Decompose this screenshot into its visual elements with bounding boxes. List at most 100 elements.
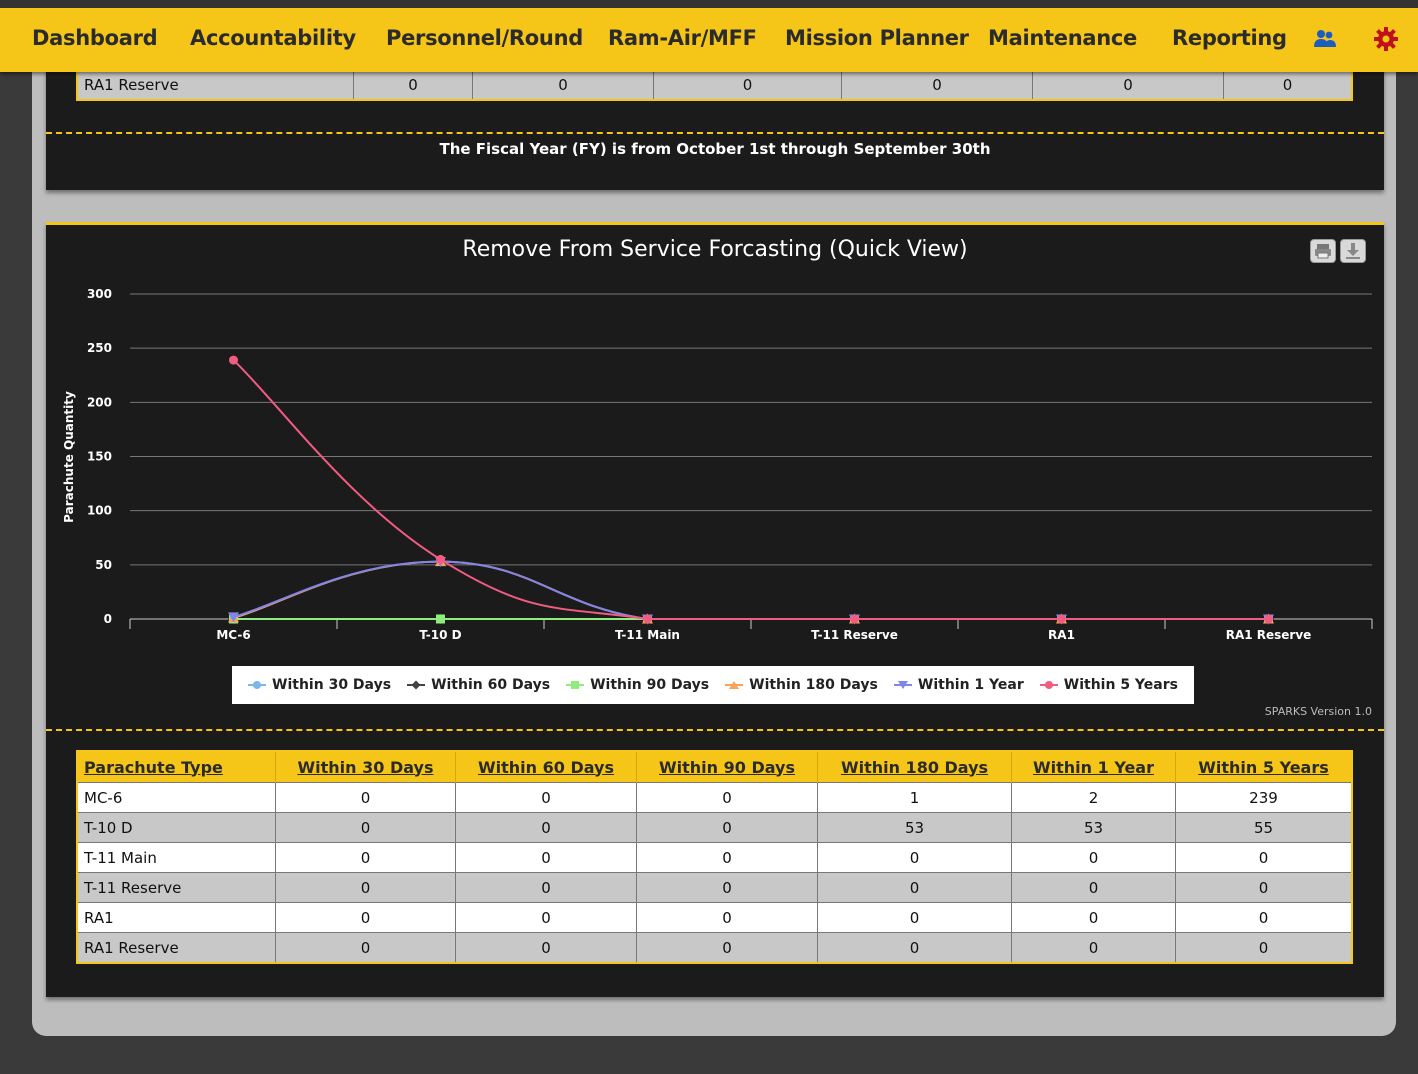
x-tick-label: MC-6: [216, 628, 250, 642]
table-cell: 0: [1223, 68, 1353, 101]
series-within-1-year: [228, 557, 1274, 625]
table-cell: 0: [455, 872, 637, 903]
table-cell: 0: [1011, 932, 1176, 964]
table-cell: 0: [275, 812, 456, 843]
table-row: T-11 Reserve 0 0 0 0 0 0: [76, 872, 1353, 903]
table-cell: 0: [275, 902, 456, 933]
table-cell: T-11 Main: [76, 842, 276, 873]
nav-ram-air-mff[interactable]: Ram-Air/MFF: [608, 26, 757, 50]
table-cell: 0: [1011, 872, 1176, 903]
table-cell: 0: [653, 68, 842, 101]
table-cell: 0: [353, 68, 473, 101]
table-cell: 0: [455, 842, 637, 873]
legend-item[interactable]: Within 180 Days: [725, 677, 878, 693]
table-cell: 0: [817, 872, 1012, 903]
table-row: T-11 Main 0 0 0 0 0 0: [76, 842, 1353, 873]
legend-item[interactable]: Within 30 Days: [248, 677, 391, 693]
legend-label: Within 1 Year: [917, 677, 1024, 693]
legend-label: Within 60 Days: [431, 677, 551, 693]
nav-maintenance[interactable]: Maintenance: [988, 26, 1137, 50]
column-header[interactable]: Within 180 Days: [817, 751, 1012, 783]
table-cell: 0: [636, 812, 818, 843]
nav-accountability[interactable]: Accountability: [190, 26, 356, 50]
table-cell: 0: [275, 842, 456, 873]
table-row: MC-6 0 0 0 1 2 239: [76, 782, 1353, 813]
data-point: [436, 554, 445, 564]
gear-icon[interactable]: [1373, 26, 1399, 56]
y-tick-label: 300: [87, 287, 112, 301]
nav-personnel-round[interactable]: Personnel/Round: [386, 26, 583, 50]
legend-label: Within 90 Days: [590, 677, 710, 693]
table-cell: 0: [275, 782, 456, 813]
series-within-5-years: [229, 355, 1273, 624]
table-cell: 0: [636, 782, 818, 813]
table-cell: T-10 D: [76, 812, 276, 843]
table-cell: T-11 Reserve: [76, 872, 276, 903]
legend-label: Within 30 Days: [272, 677, 392, 693]
table-cell: 0: [636, 932, 818, 964]
nav-reporting[interactable]: Reporting: [1172, 26, 1287, 50]
table-row: T-10 D 0 0 0 53 53 55: [76, 812, 1353, 843]
table-cell: 0: [636, 902, 818, 933]
table-cell: 0: [455, 932, 637, 964]
table-cell: 0: [1032, 68, 1224, 101]
table-cell: MC-6: [76, 782, 276, 813]
top-nav-bar: Dashboard Accountability Personnel/Round…: [0, 0, 1418, 72]
series-line: [232, 359, 1269, 621]
forecast-chart: 0 50 100 150 200 250 300 MC-6 T-10 D T-11 Main T-…: [62, 287, 1373, 642]
fiscal-summary-table: RA1 Reserve 0 0 0 0 0 0: [76, 68, 1353, 101]
forecast-table: Parachute Type Within 30 Days Within 60 …: [76, 750, 1353, 964]
y-tick-label: 50: [95, 558, 112, 572]
x-tick-label: RA1 Reserve: [1226, 628, 1312, 642]
legend-item[interactable]: Within 1 Year: [893, 677, 1024, 693]
column-header[interactable]: Within 1 Year: [1011, 751, 1176, 783]
table-cell: 0: [1175, 842, 1353, 873]
column-header[interactable]: Within 60 Days: [455, 751, 637, 783]
column-header[interactable]: Parachute Type: [77, 751, 276, 783]
table-cell: 0: [275, 932, 456, 964]
table-cell: 0: [1011, 842, 1176, 873]
table-cell: 1: [817, 782, 1012, 813]
x-tick-label: T-10 D: [419, 628, 461, 642]
data-point: [1264, 614, 1273, 624]
table-row: RA1 0 0 0 0 0 0: [76, 902, 1353, 933]
table-cell: 0: [455, 812, 637, 843]
data-point: [1057, 614, 1066, 624]
dashed-divider: [46, 132, 1384, 134]
table-cell: 55: [1175, 812, 1353, 843]
table-cell: 0: [455, 902, 637, 933]
y-tick-label: 250: [87, 341, 112, 355]
table-cell: 0: [275, 872, 456, 903]
chart-legend: Within 30 Days Within 60 Days Within 90 …: [232, 666, 1194, 704]
dashed-divider: [46, 729, 1384, 731]
column-header[interactable]: Within 5 Years: [1175, 751, 1353, 783]
y-tick-label: 0: [104, 612, 112, 626]
table-cell: 0: [636, 872, 818, 903]
table-cell: 2: [1011, 782, 1176, 813]
nav-mission-planner[interactable]: Mission Planner: [785, 26, 969, 50]
table-row: RA1 Reserve 0 0 0 0 0 0: [76, 932, 1353, 964]
table-cell: RA1: [76, 902, 276, 933]
table-cell: 0: [1011, 902, 1176, 933]
table-cell: 53: [1011, 812, 1176, 843]
x-tick-label: RA1: [1048, 628, 1075, 642]
series-line: [233, 560, 1269, 621]
data-point: [436, 614, 445, 624]
legend-label: Within 5 Years: [1063, 677, 1178, 693]
table-header-row: Parachute Type Within 30 Days Within 60 …: [77, 751, 1353, 783]
table-cell: 0: [455, 782, 637, 813]
table-cell: 0: [472, 68, 654, 101]
table-cell: 239: [1175, 782, 1353, 813]
series-line: [233, 560, 1269, 621]
legend-item[interactable]: Within 90 Days: [566, 677, 709, 693]
legend-item[interactable]: Within 60 Days: [407, 677, 550, 693]
table-cell: 0: [636, 842, 818, 873]
legend-item[interactable]: Within 5 Years: [1039, 677, 1178, 693]
y-tick-label: 150: [87, 450, 112, 464]
column-header[interactable]: Within 90 Days: [636, 751, 818, 783]
column-header[interactable]: Within 30 Days: [275, 751, 456, 783]
users-icon[interactable]: [1312, 28, 1338, 54]
nav-dashboard[interactable]: Dashboard: [32, 26, 158, 50]
version-label: SPARKS Version 1.0: [1264, 705, 1372, 718]
fiscal-year-note: The Fiscal Year (FY) is from October 1st…: [439, 140, 991, 158]
